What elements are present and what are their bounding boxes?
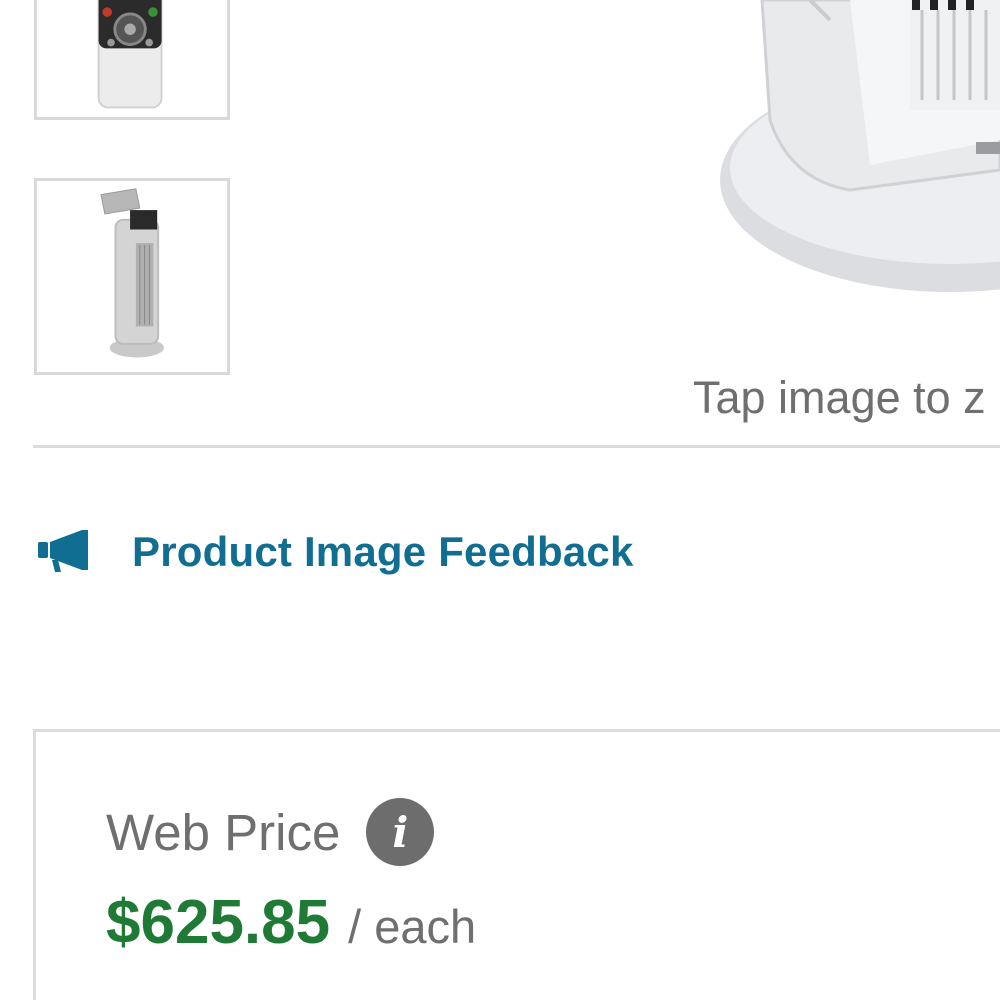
feedback-label: Product Image Feedback xyxy=(132,528,634,575)
zoom-hint: Tap image to z xyxy=(693,372,986,423)
section-divider xyxy=(33,445,1000,448)
price-box: Web Price i $625.85 / each xyxy=(33,729,1000,1000)
price-value-row: $625.85 / each xyxy=(106,887,476,958)
product-image-feedback-link[interactable]: Product Image Feedback xyxy=(36,522,634,582)
price-value: $625.85 xyxy=(106,888,331,957)
remote-control-image xyxy=(38,0,226,117)
main-product-image[interactable] xyxy=(700,0,1000,320)
thumbnail-tower-heater[interactable] xyxy=(34,178,230,375)
product-page: Tap image to z Product Image Feedback We… xyxy=(0,0,1000,1000)
web-price-label: Web Price xyxy=(106,803,341,861)
price-header: Web Price i xyxy=(106,798,435,866)
tower-heater-main-image xyxy=(700,0,1000,320)
thumbnail-remote[interactable] xyxy=(34,0,230,120)
info-icon[interactable]: i xyxy=(366,798,435,866)
tower-heater-image xyxy=(37,181,227,372)
price-unit: / each xyxy=(348,900,477,953)
megaphone-icon xyxy=(38,530,88,572)
